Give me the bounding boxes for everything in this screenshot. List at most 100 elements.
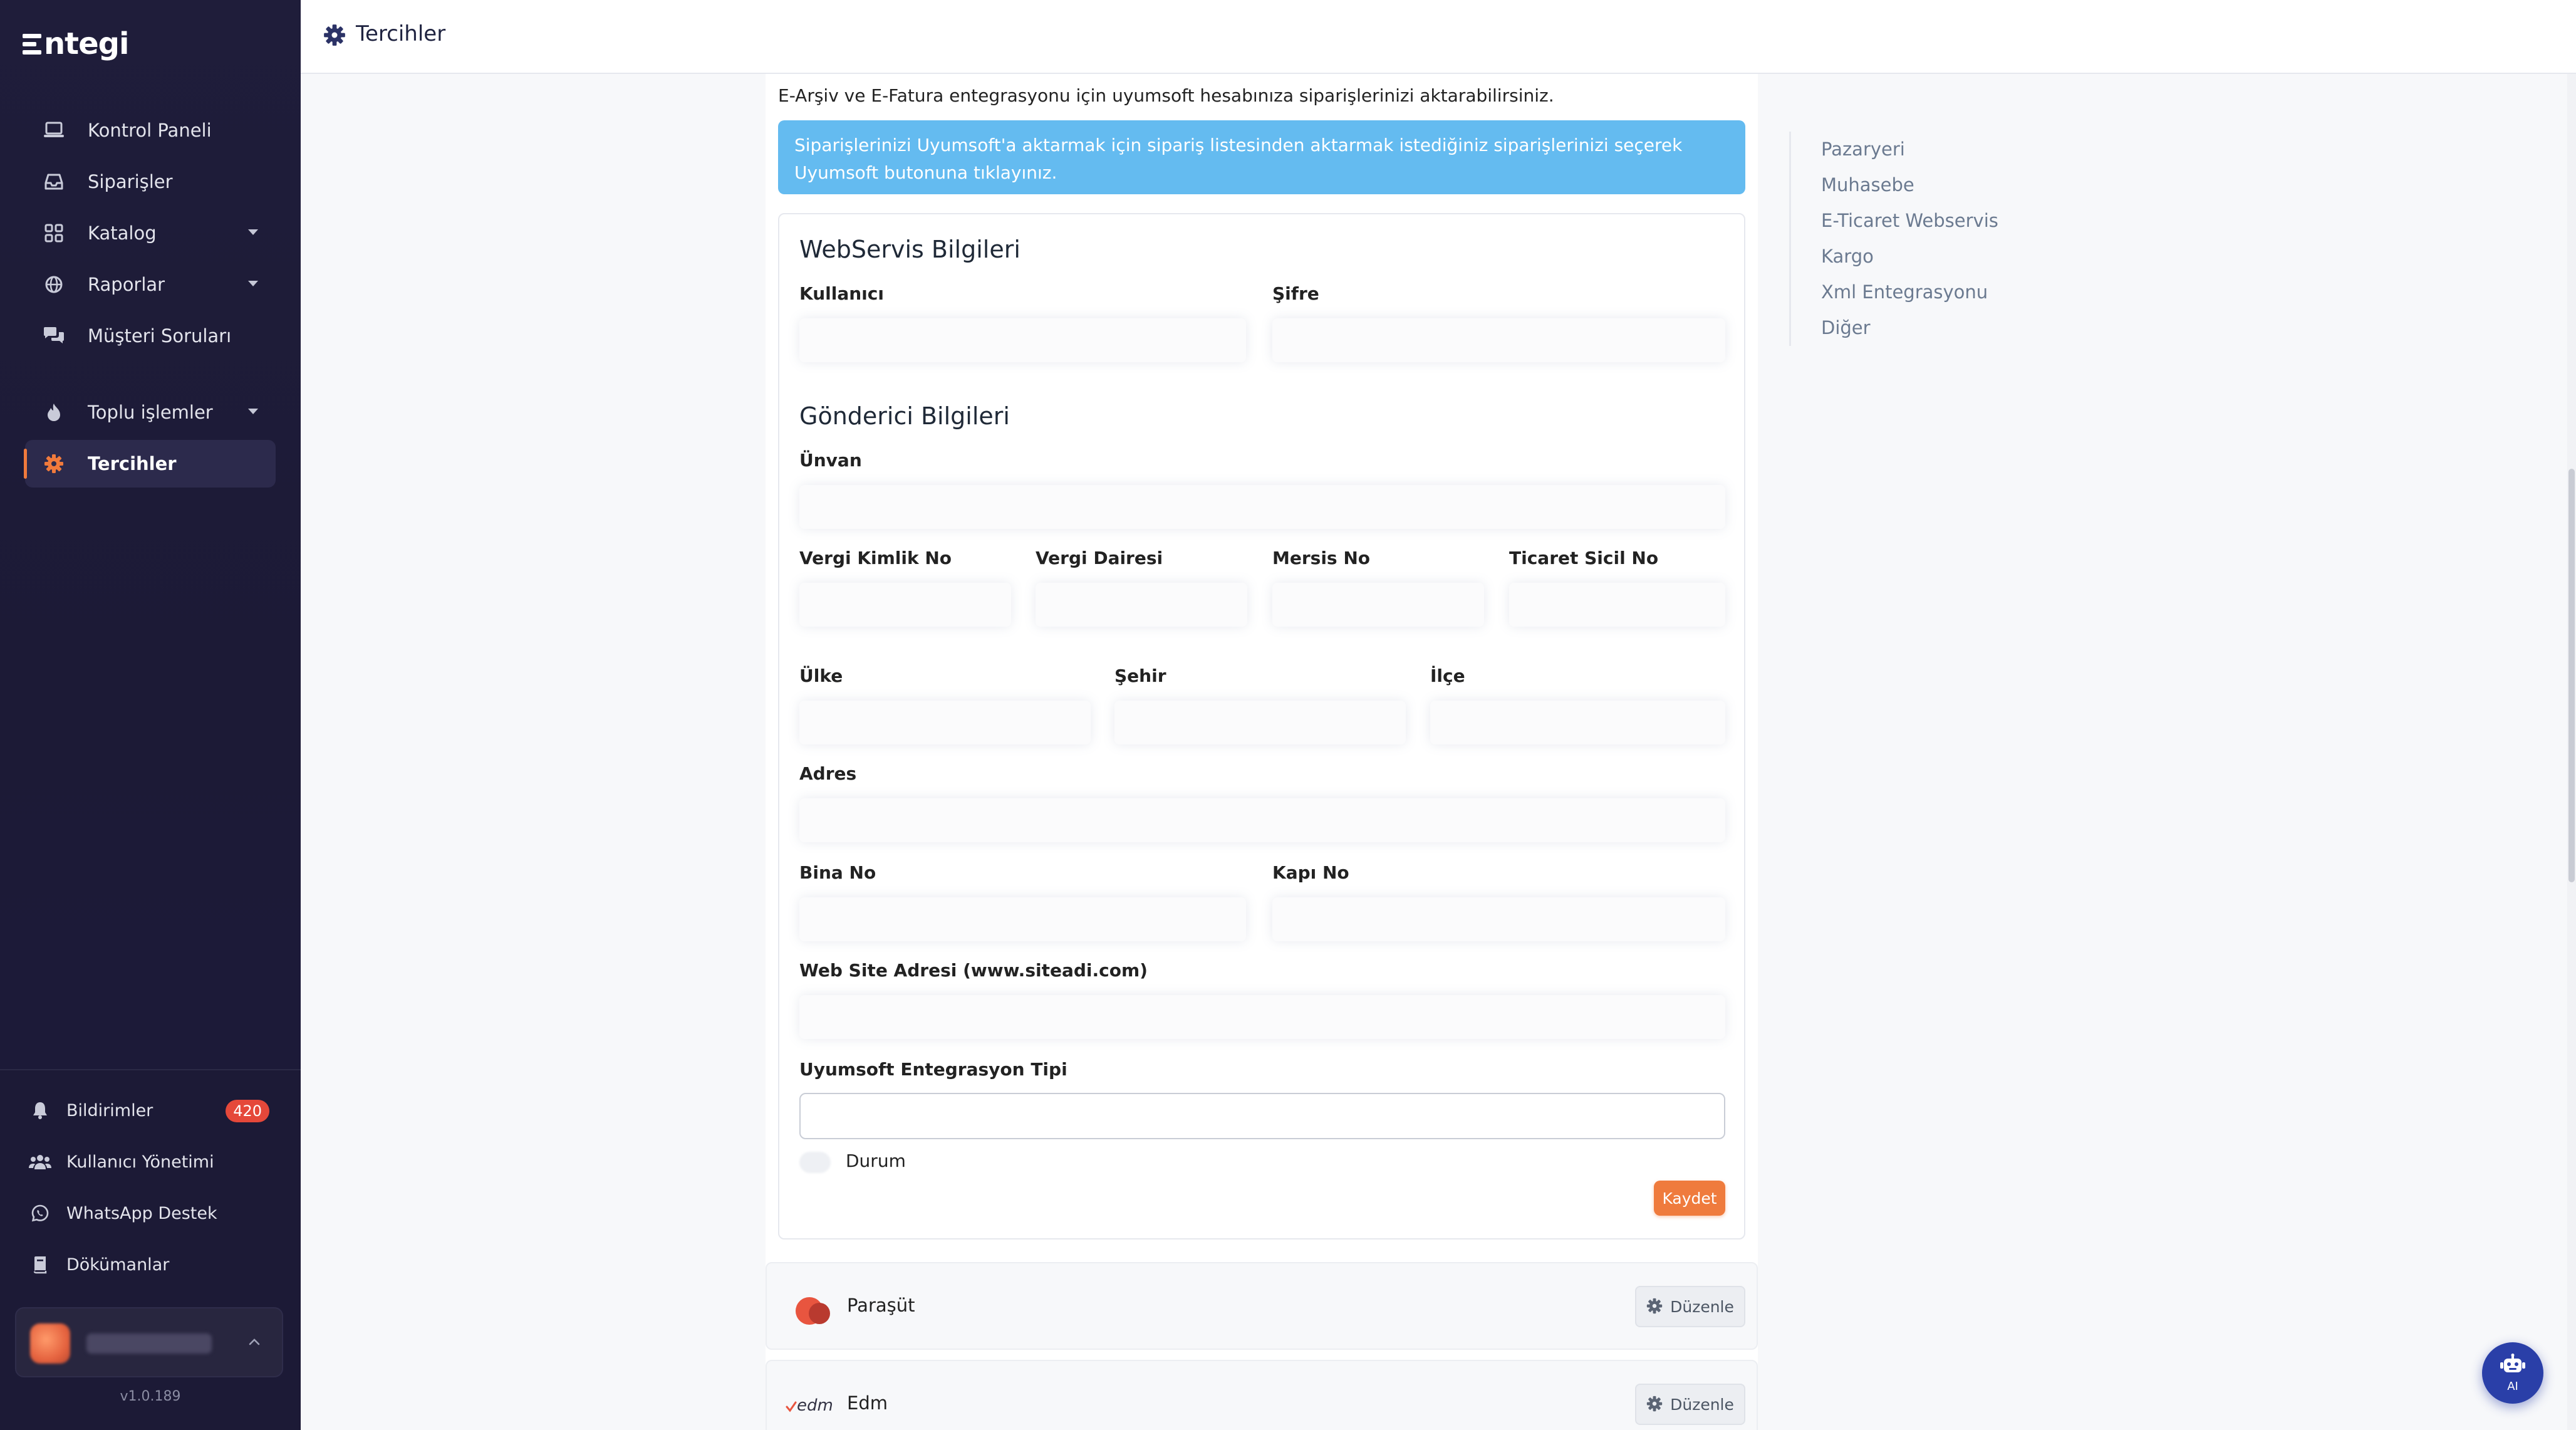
ulke-label: Ülke	[799, 665, 843, 686]
users-icon	[29, 1151, 51, 1173]
ulke-input[interactable]	[799, 701, 1091, 744]
gear-icon	[1646, 1298, 1664, 1315]
bina-no-input[interactable]	[799, 897, 1246, 941]
app-version: v1.0.189	[120, 1389, 181, 1404]
mersis-no-input[interactable]	[1272, 583, 1484, 627]
kapi-no-label: Kapı No	[1272, 862, 1349, 883]
settings-section-nav: Pazaryeri Muhasebe E-Ticaret Webservis K…	[1789, 132, 2040, 346]
save-button[interactable]: Kaydet	[1654, 1181, 1725, 1216]
vergi-dairesi-label: Vergi Dairesi	[1036, 548, 1163, 568]
globe-icon	[43, 273, 65, 296]
ilce-label: İlçe	[1430, 665, 1465, 686]
edit-button[interactable]: Düzenle	[1635, 1384, 1745, 1425]
sifre-input[interactable]	[1272, 318, 1725, 362]
sidebar-item-label: Dökümanlar	[66, 1255, 170, 1275]
sidebar-nav: Kontrol Paneli Siparişler Katalog Raporl…	[24, 107, 276, 491]
integration-row-edm[interactable]: edm Edm Düzenle	[766, 1360, 1758, 1430]
sifre-label: Şifre	[1272, 283, 1319, 304]
sehir-label: Şehir	[1114, 665, 1166, 686]
ai-assistant-button[interactable]: AI	[2482, 1342, 2543, 1404]
sidebar-item-label: Bildirimler	[66, 1100, 153, 1120]
chevron-down-icon	[248, 281, 258, 286]
sidebar-item-kullanici-yonetimi[interactable]: Kullanıcı Yönetimi	[29, 1146, 214, 1177]
section-link-diger[interactable]: Diğer	[1791, 310, 2040, 346]
section-link-muhasebe[interactable]: Muhasebe	[1791, 167, 2040, 203]
user-menu[interactable]	[15, 1307, 283, 1377]
user-name-blurred	[86, 1333, 212, 1354]
page-title: Tercihler	[356, 21, 446, 46]
kapi-no-input[interactable]	[1272, 897, 1725, 941]
gonderici-section-title: Gönderici Bilgileri	[799, 402, 1010, 430]
edit-button-label: Düzenle	[1670, 1297, 1734, 1316]
integration-name: Paraşüt	[847, 1295, 915, 1316]
edit-button[interactable]: Düzenle	[1635, 1286, 1745, 1327]
sidebar-item-toplu-islemler[interactable]: Toplu işlemler	[25, 389, 276, 436]
edit-button-label: Düzenle	[1670, 1395, 1734, 1414]
integration-name: Edm	[847, 1392, 888, 1414]
sidebar-item-bildirimler[interactable]: Bildirimler	[29, 1095, 153, 1126]
ticaret-sicil-no-input[interactable]	[1509, 583, 1725, 627]
sidebar-item-musteri-sorulari[interactable]: Müşteri Soruları	[25, 312, 276, 360]
chevron-up-icon	[247, 1335, 262, 1350]
vergi-dairesi-input[interactable]	[1036, 583, 1247, 627]
section-link-eticaret-webservis[interactable]: E-Ticaret Webservis	[1791, 203, 2040, 239]
top-header: Tercihler	[301, 0, 2576, 74]
ai-button-label: AI	[2507, 1379, 2518, 1393]
section-link-pazaryeri[interactable]: Pazaryeri	[1791, 132, 2040, 167]
sidebar-item-katalog[interactable]: Katalog	[25, 209, 276, 257]
book-icon	[29, 1253, 51, 1276]
sidebar-item-label: Müşteri Soruları	[88, 325, 232, 347]
brand-logo[interactable]: ntegi	[23, 25, 129, 63]
web-site-input[interactable]	[799, 995, 1725, 1039]
parasut-logo-icon	[786, 1286, 839, 1330]
integration-row-parasut[interactable]: Paraşüt Düzenle	[766, 1262, 1758, 1350]
gear-icon	[43, 452, 65, 475]
logo-e-mark	[23, 33, 41, 55]
uyumsoft-intro-text: E-Arşiv ve E-Fatura entegrasyonu için uy…	[778, 85, 1554, 106]
page-scrollbar[interactable]	[2567, 74, 2576, 1430]
sidebar-item-dokumanlar[interactable]: Dökümanlar	[29, 1249, 169, 1280]
notification-count-badge: 420	[226, 1100, 269, 1122]
web-site-label: Web Site Adresi (www.siteadi.com)	[799, 960, 1148, 981]
sidebar-item-label: Kullanıcı Yönetimi	[66, 1152, 214, 1172]
bell-icon	[29, 1099, 51, 1122]
sidebar-item-label: Toplu işlemler	[88, 402, 213, 423]
sidebar-item-tercihler[interactable]: Tercihler	[24, 440, 276, 488]
entegrasyon-tipi-select[interactable]	[799, 1093, 1725, 1139]
sidebar-item-whatsapp-destek[interactable]: WhatsApp Destek	[29, 1198, 217, 1229]
kullanici-label: Kullanıcı	[799, 283, 884, 304]
sidebar-item-siparisler[interactable]: Siparişler	[25, 158, 276, 206]
mersis-no-label: Mersis No	[1272, 548, 1371, 568]
webservis-section-title: WebServis Bilgileri	[799, 236, 1021, 263]
grid-icon	[43, 222, 65, 244]
kullanici-input[interactable]	[799, 318, 1246, 362]
chevron-down-icon	[248, 409, 258, 414]
durum-toggle[interactable]	[799, 1152, 831, 1173]
inbox-icon	[43, 170, 65, 193]
avatar	[30, 1323, 70, 1364]
bina-no-label: Bina No	[799, 862, 876, 883]
sidebar-item-label: Siparişler	[88, 171, 173, 192]
section-link-xml-entegrasyonu[interactable]: Xml Entegrasyonu	[1791, 274, 2040, 310]
adres-label: Adres	[799, 763, 857, 784]
scrollbar-thumb[interactable]	[2568, 469, 2575, 882]
edm-logo-text: edm	[797, 1396, 833, 1415]
chevron-down-icon	[248, 229, 258, 235]
sehir-input[interactable]	[1114, 701, 1406, 744]
sidebar-item-label: Katalog	[88, 222, 157, 244]
sidebar-item-kontrol-paneli[interactable]: Kontrol Paneli	[25, 107, 276, 154]
sidebar-item-label: Raporlar	[88, 274, 165, 295]
vergi-kimlik-no-input[interactable]	[799, 583, 1011, 627]
ilce-input[interactable]	[1430, 701, 1725, 744]
chat-bubbles-icon	[43, 325, 65, 347]
vergi-kimlik-no-label: Vergi Kimlik No	[799, 548, 952, 568]
section-link-kargo[interactable]: Kargo	[1791, 239, 2040, 274]
unvan-input[interactable]	[799, 485, 1725, 529]
adres-input[interactable]	[799, 798, 1725, 842]
durum-label: Durum	[846, 1151, 906, 1171]
unvan-label: Ünvan	[799, 450, 862, 471]
info-alert-text: Siparişlerinizi Uyumsoft'a aktarmak için…	[794, 135, 1683, 183]
sidebar-item-label: Kontrol Paneli	[88, 120, 212, 141]
sidebar-item-raporlar[interactable]: Raporlar	[25, 261, 276, 308]
